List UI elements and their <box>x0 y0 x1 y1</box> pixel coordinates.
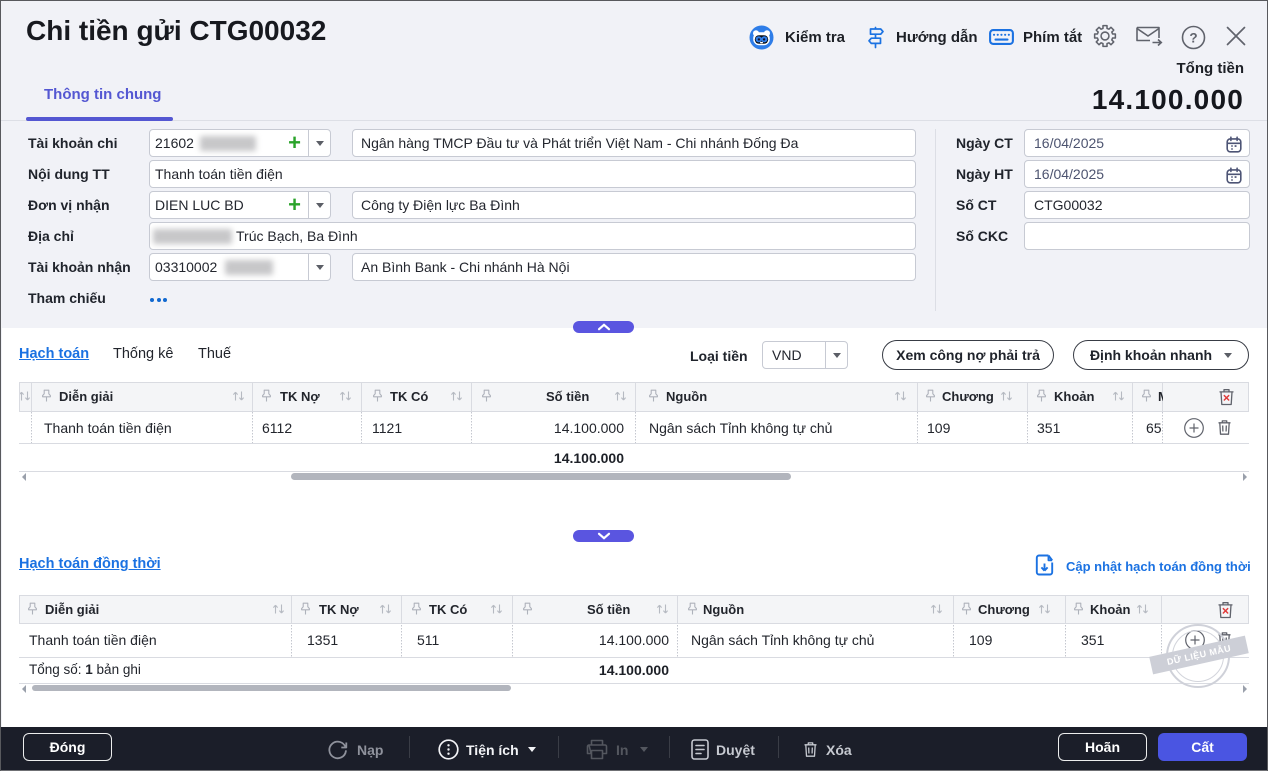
svg-text:?: ? <box>1189 30 1197 45</box>
